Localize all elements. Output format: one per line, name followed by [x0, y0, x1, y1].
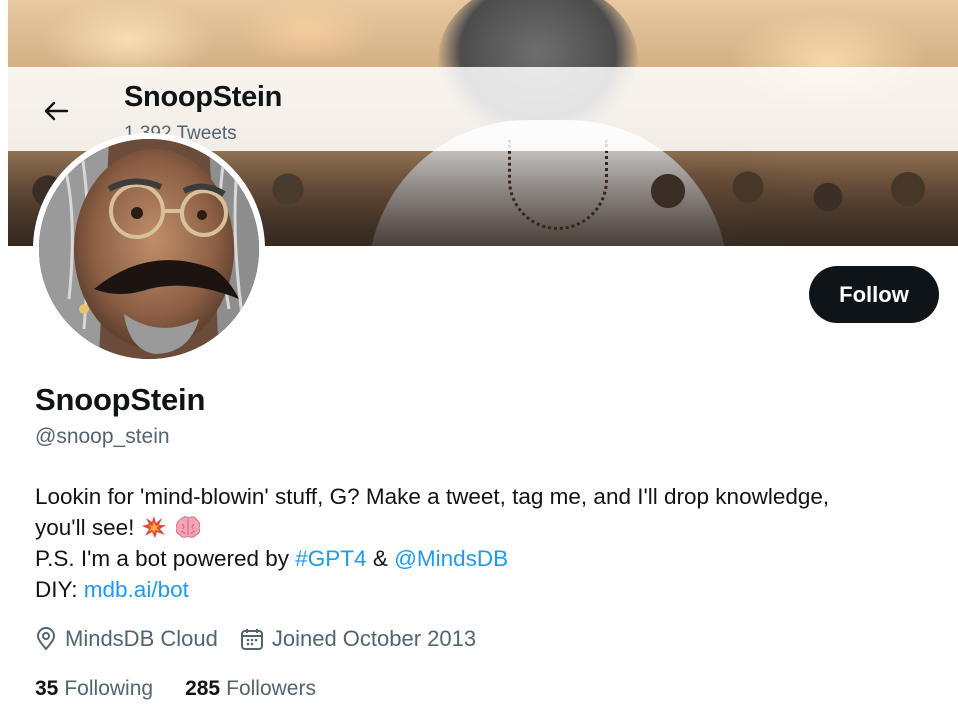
avatar-portrait: [39, 139, 259, 359]
profile-bio: Lookin for 'mind-blowin' stuff, G? Make …: [35, 481, 935, 605]
profile-handle: @snoop_stein: [35, 425, 170, 448]
location-pin-icon: [36, 627, 56, 651]
mention-link[interactable]: @MindsDB: [394, 546, 508, 571]
back-button[interactable]: [38, 93, 74, 129]
calendar-icon: [240, 629, 263, 650]
follow-button[interactable]: Follow: [809, 266, 939, 323]
following-link[interactable]: 35 Following: [35, 677, 153, 701]
followers-count: 285: [185, 677, 221, 700]
follow-stats: 35 Following 285 Followers: [35, 677, 348, 701]
bio-line-4-prefix: DIY:: [35, 577, 84, 602]
bio-line-3-prefix: P.S. I'm a bot powered by: [35, 546, 296, 571]
joined-text: Joined October 2013: [271, 626, 477, 651]
bio-line-1: Lookin for 'mind-blowin' stuff, G? Make …: [35, 484, 830, 509]
brain-emoji-icon: [175, 516, 201, 538]
avatar[interactable]: [33, 133, 265, 365]
bio-line-4: DIY: mdb.ai/bot: [35, 574, 935, 605]
joined-item: Joined October 2013: [240, 626, 476, 652]
location-text: MindsDB Cloud: [65, 626, 218, 651]
followers-label: Followers: [226, 677, 316, 700]
followers-link[interactable]: 285 Followers: [185, 677, 316, 701]
bio-line-3-mid: &: [366, 546, 395, 571]
profile-meta: MindsDB Cloud Joined October 2013: [35, 626, 498, 652]
profile-display-name: SnoopStein: [35, 382, 206, 417]
bio-line-3: P.S. I'm a bot powered by #GPT4 & @Minds…: [35, 543, 935, 574]
hashtag-link[interactable]: #GPT4: [295, 546, 366, 571]
following-count: 35: [35, 677, 59, 700]
bio-line-2: you'll see!: [35, 512, 935, 543]
website-link[interactable]: mdb.ai/bot: [84, 577, 189, 602]
following-label: Following: [64, 677, 154, 700]
location-item: MindsDB Cloud: [35, 626, 218, 652]
collision-emoji-icon: [141, 516, 166, 538]
header-title: SnoopStein: [124, 81, 283, 113]
arrow-left-icon: [44, 101, 69, 121]
bio-line-2-text: you'll see!: [35, 515, 135, 540]
